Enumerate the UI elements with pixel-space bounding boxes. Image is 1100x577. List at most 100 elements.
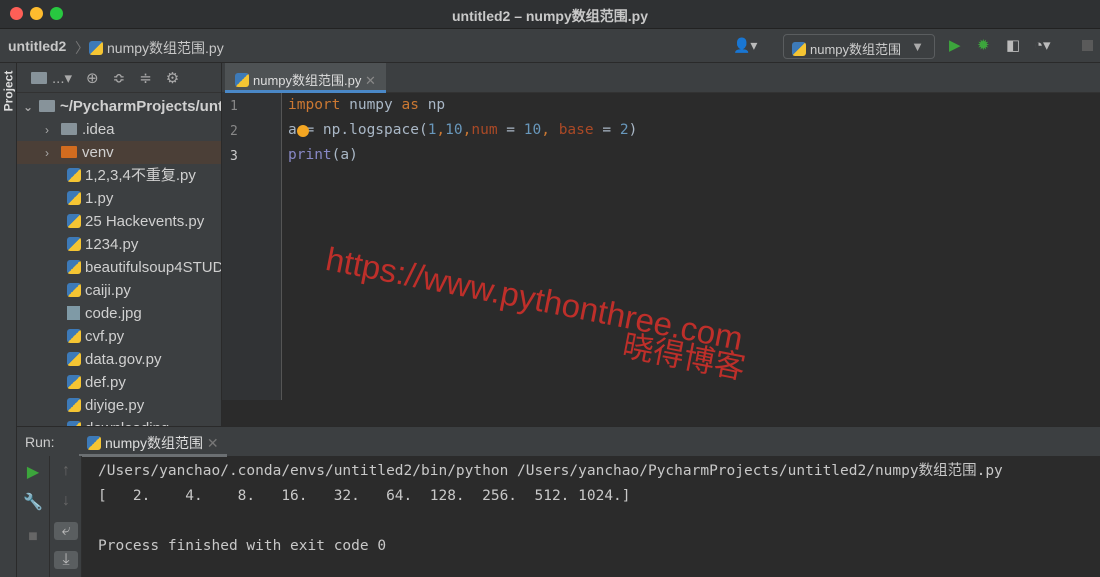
user-icon[interactable]: 👤▾ [733, 37, 757, 54]
project-panel: ...▾ ⊕ ≎ ≑ ⚙ ⌄ ~/PycharmProjects/untitled… [17, 63, 222, 426]
code-token: num [471, 122, 498, 138]
tree-item-label: 25 Hackevents.py [85, 213, 205, 230]
stop-icon[interactable] [1082, 40, 1093, 51]
python-icon [792, 42, 806, 56]
tree-item[interactable]: cvf.py [17, 325, 221, 348]
tree-item[interactable]: 25 Hackevents.py [17, 210, 221, 233]
rerun-icon[interactable]: ▶ [17, 462, 49, 482]
arrow-down-icon[interactable]: ↓ [50, 492, 82, 510]
python-file-icon [67, 191, 81, 205]
code-editor[interactable]: import numpy as np a = np.logspace(1,10,… [288, 93, 637, 168]
chevron-down-icon: ▼ [911, 39, 924, 54]
code-line[interactable]: a = np.logspace(1,10,num = 10, base = 2) [288, 118, 637, 143]
project-view-select[interactable]: ...▾ [31, 69, 72, 87]
code-line[interactable]: print(a) [288, 143, 637, 168]
run-icon[interactable]: ▶ [949, 36, 961, 54]
expand-all-icon[interactable]: ≎ [113, 69, 126, 87]
tree-item[interactable]: caiji.py [17, 279, 221, 302]
folder-icon [31, 71, 47, 84]
python-file-icon [235, 73, 249, 87]
tree-item-label: beautifulsoup4STUDY.py [85, 259, 221, 276]
tree-item-label: .idea [82, 121, 115, 138]
tree-item-label: cvf.py [85, 328, 125, 345]
wrench-icon[interactable]: 🔧 [17, 492, 49, 512]
chevron-right-icon: › [45, 146, 49, 160]
python-file-icon [67, 237, 81, 251]
tree-item[interactable]: › venv [17, 141, 221, 164]
python-file-icon [67, 398, 81, 412]
tool-window-stripe [0, 63, 17, 577]
tree-item[interactable]: beautifulsoup4STUDY.py [17, 256, 221, 279]
code-token: print [288, 147, 332, 163]
code-token: numpy [340, 97, 402, 113]
image-file-icon [67, 306, 80, 320]
python-file-icon [89, 41, 103, 55]
tree-item[interactable]: › .idea [17, 118, 221, 141]
python-file-icon [67, 168, 81, 182]
folder-icon [61, 146, 77, 158]
tree-item-label: 1.py [85, 190, 114, 207]
python-icon [87, 436, 101, 450]
tree-item-label: 1234.py [85, 236, 139, 253]
tree-item[interactable]: data.gov.py [17, 348, 221, 371]
code-token: np [418, 97, 446, 113]
line-number-gutter: 1 2 3 [222, 93, 282, 400]
code-token: as [401, 97, 419, 113]
code-token: import [288, 97, 341, 113]
window-title: untitled2 – numpy数组范围.py [451, 8, 648, 24]
run-toolbar: ▶ 🔧 ■ [17, 456, 50, 577]
tree-item[interactable]: 1234.py [17, 233, 221, 256]
code-token: ) [628, 122, 638, 138]
python-file-icon [67, 352, 81, 366]
arrow-up-icon[interactable]: ↑ [50, 462, 82, 480]
debug-icon[interactable]: ✹ [977, 36, 990, 54]
project-tool-window-button[interactable]: Project [1, 71, 15, 112]
collapse-all-icon[interactable]: ≑ [139, 69, 152, 87]
scroll-to-end-icon[interactable]: ⤓ [54, 551, 78, 569]
tree-item[interactable]: def.py [17, 371, 221, 394]
close-tab-icon[interactable]: ✕ [207, 435, 219, 451]
tree-item[interactable]: diyige.py [17, 394, 221, 417]
lightbulb-icon[interactable] [297, 125, 309, 137]
breadcrumb-file-label: numpy数组范围.py [107, 40, 224, 56]
console-line: Process finished with exit code 0 [98, 538, 387, 554]
tree-item-label: caiji.py [85, 282, 131, 299]
line-number: 2 [230, 124, 238, 139]
run-configuration-select[interactable]: numpy数组范围 ▼ [783, 34, 935, 59]
console-output[interactable]: /Users/yanchao/.conda/envs/untitled2/bin… [98, 459, 1003, 559]
tree-root-label: ~/PycharmProjects/untitled2 [60, 98, 221, 115]
chevron-right-icon: › [45, 123, 49, 137]
tree-root[interactable]: ⌄ ~/PycharmProjects/untitled2 [17, 95, 221, 118]
breadcrumb-file[interactable]: numpy数组范围.py [89, 38, 224, 58]
project-toolbar: ...▾ ⊕ ≎ ≑ ⚙ [17, 63, 221, 93]
tab-label: numpy数组范围.py [253, 73, 362, 88]
console-line: /Users/yanchao/.conda/envs/untitled2/bin… [98, 463, 1003, 479]
gear-icon[interactable]: ⚙ [166, 69, 179, 87]
run-tab-label: numpy数组范围 [105, 435, 204, 451]
code-token: 2 [619, 122, 629, 138]
tree-item-label: venv [82, 144, 114, 161]
code-line[interactable]: import numpy as np [288, 93, 637, 118]
breadcrumb-project[interactable]: untitled2 [8, 38, 66, 54]
coverage-icon[interactable]: ◧ [1006, 36, 1020, 54]
tree-item[interactable]: 1.py [17, 187, 221, 210]
tree-item-label: 1,2,3,4不重复.py [85, 167, 196, 184]
tree-item[interactable]: downloading [17, 417, 221, 426]
profile-icon[interactable]: ◔▾ [1034, 36, 1051, 54]
tree-item[interactable]: code.jpg [17, 302, 221, 325]
soft-wrap-icon[interactable]: ⤶ [54, 522, 78, 540]
tree-item-label: code.jpg [85, 305, 142, 322]
code-token: = [497, 122, 524, 138]
folder-icon [39, 100, 55, 112]
locate-icon[interactable]: ⊕ [86, 69, 99, 87]
python-file-icon [67, 329, 81, 343]
code-token: 10 [445, 122, 463, 138]
stop-icon[interactable]: ■ [17, 528, 49, 546]
code-token: , [436, 122, 446, 138]
run-tab[interactable]: numpy数组范围 ✕ [79, 427, 227, 457]
tab-numpy-file[interactable]: numpy数组范围.py ✕ [225, 63, 386, 93]
line-number: 3 [230, 149, 238, 164]
close-tab-icon[interactable]: ✕ [365, 73, 376, 88]
tree-item[interactable]: 1,2,3,4不重复.py [17, 164, 221, 187]
